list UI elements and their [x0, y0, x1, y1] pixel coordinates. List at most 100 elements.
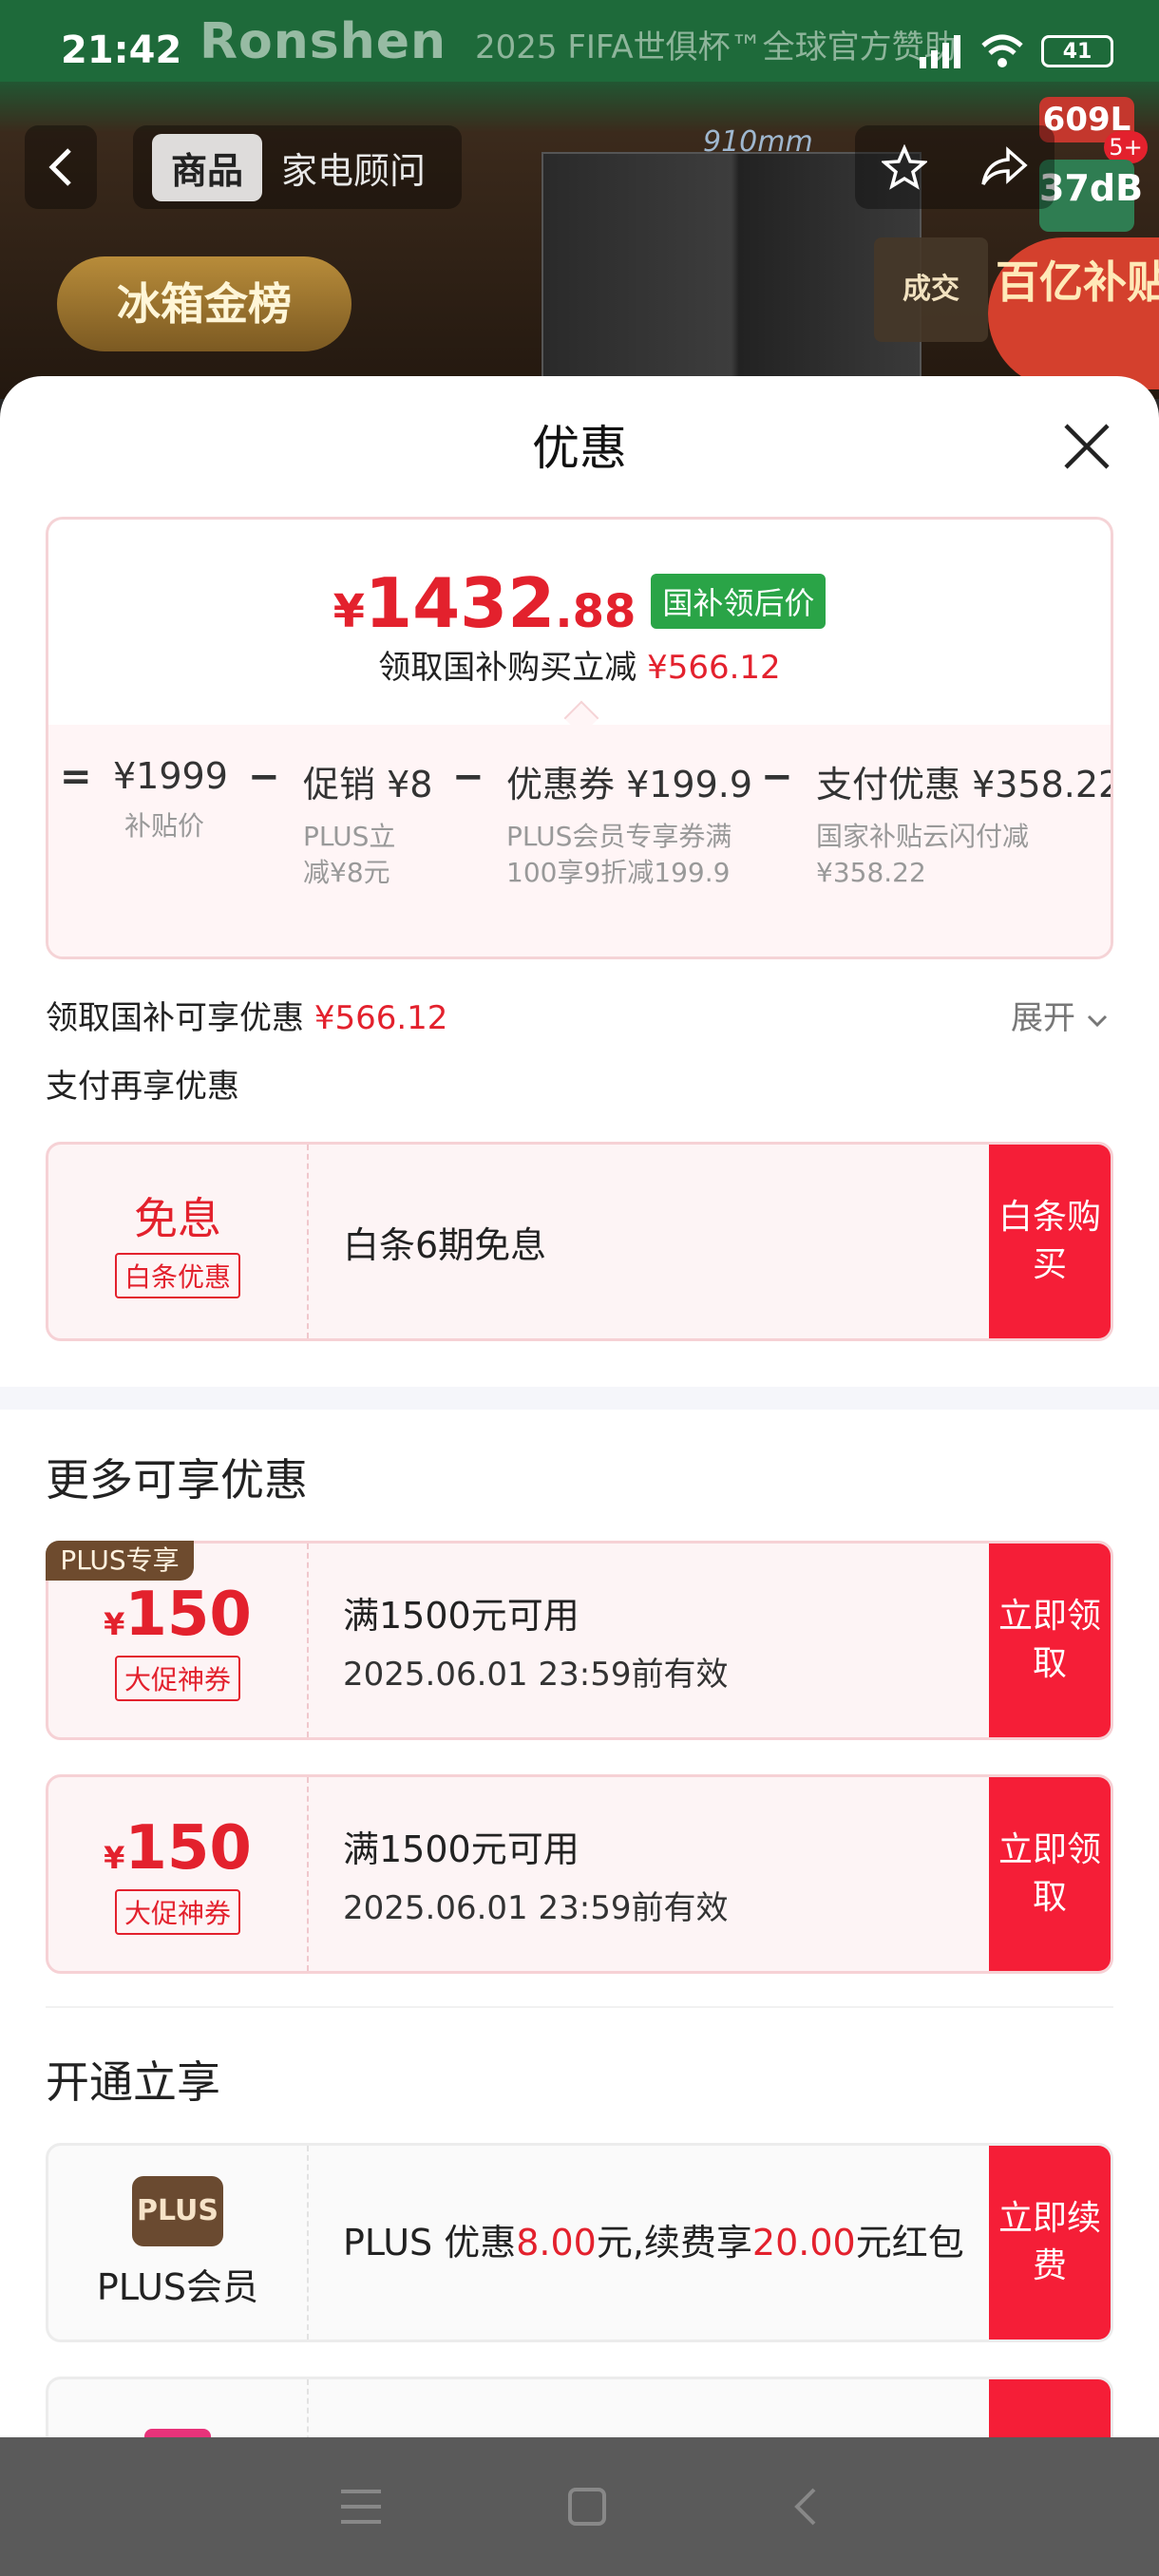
next-offer-left: [48, 2379, 309, 2437]
plus-logo-icon: PLUS: [132, 2175, 223, 2246]
coupon-info: 满1500元可用 2025.06.01 23:59前有效: [343, 1777, 1008, 1971]
more-offers-title: 更多可享优惠: [46, 1454, 308, 1506]
baitiao-buy-button[interactable]: 白条购买: [989, 1145, 1111, 1338]
subsidy-line-amount: ¥566.12: [314, 999, 448, 1037]
baitiao-text: 白条6期免息: [343, 1223, 547, 1266]
calc-item-promo: 促销 ¥8 PLUS立减¥8元: [303, 755, 433, 891]
calc-item-main: 优惠券 ¥199.9: [506, 764, 753, 805]
coupon-threshold: 满1500元可用: [343, 1595, 580, 1637]
card-icon: [144, 2429, 211, 2437]
plus-amount-a: 8.00: [516, 2222, 597, 2263]
back-arrow-icon: [48, 148, 71, 186]
signal-icon: [920, 35, 960, 68]
nav-actions: [855, 125, 1054, 209]
coupon-tag: 大促神券: [114, 1889, 240, 1935]
chevron-down-icon: [1087, 1014, 1107, 1028]
final-price: ¥1432.88: [333, 563, 636, 643]
plus-text-a: PLUS 优惠: [343, 2222, 517, 2263]
sheet-title: 优惠: [532, 421, 627, 476]
coupon-card: ¥150 大促神券 满1500元可用 2025.06.01 23:59前有效 立…: [46, 1541, 1113, 1740]
plus-name: PLUS会员: [96, 2265, 259, 2308]
baitiao-info: 白条6期免息: [343, 1145, 1008, 1338]
calc-item-main: ¥1999: [113, 755, 228, 797]
coupon-left: ¥150 大促神券: [48, 1777, 309, 1971]
subsidy-badge: 百亿补贴: [988, 237, 1159, 389]
coupon-yen: ¥: [104, 1840, 125, 1876]
plus-card: PLUS PLUS会员 PLUS 优惠8.00元,续费享20.00元红包 立即续…: [46, 2143, 1113, 2342]
plus-left: PLUS PLUS会员: [48, 2146, 309, 2339]
calc-op-minus: −: [248, 755, 280, 799]
plus-offer-text: PLUS 优惠8.00元,续费享20.00元红包: [343, 2216, 1008, 2269]
final-price-int: 1432: [364, 563, 556, 643]
coupon-expiry: 2025.06.01 23:59前有效: [343, 1656, 729, 1694]
award-badge: 冰箱金榜: [57, 256, 352, 351]
back-button[interactable]: [25, 125, 97, 209]
coupon-value: 150: [124, 1813, 252, 1884]
final-price-yen: ¥: [332, 585, 365, 638]
coupon-value: 150: [124, 1580, 252, 1650]
coupon-info: 满1500元可用 2025.06.01 23:59前有效: [343, 1544, 1008, 1737]
calc-op-minus: −: [761, 755, 793, 799]
plus-exclusive-corner: PLUS专享: [46, 1541, 194, 1581]
open-benefits-title: 开通立享: [46, 2056, 220, 2108]
coupon-yen: ¥: [104, 1606, 125, 1642]
hot-badge: 成交: [874, 237, 988, 342]
home-icon[interactable]: [567, 2487, 607, 2527]
baitiao-big: 免息: [134, 1193, 221, 1244]
baitiao-tag: 白条优惠: [114, 1253, 240, 1298]
discount-sheet: 优惠 ¥1432.88 国补领后价 领取国补购买立减 ¥566.12 = ¥19…: [0, 376, 1159, 2437]
plus-text-b: 元,续费享: [596, 2222, 752, 2263]
back-icon[interactable]: [791, 2486, 820, 2528]
star-icon[interactable]: [881, 144, 927, 190]
calc-op-equals: =: [60, 755, 92, 799]
final-price-tag: 国补领后价: [651, 574, 826, 629]
calc-item-main: 支付优惠 ¥358.22: [816, 764, 1113, 805]
pay-line: 支付再享优惠: [46, 1068, 239, 1106]
menu-icon[interactable]: [339, 2488, 383, 2526]
calc-item-note: 补贴价: [124, 810, 205, 842]
tab-advisor[interactable]: 家电顾问: [281, 142, 426, 194]
final-subtitle-amount: ¥566.12: [647, 649, 781, 687]
calc-item-note: 国家补贴云闪付减¥358.22: [816, 821, 1030, 888]
banner-text: 2025 FIFA世俱杯™全球官方赞助: [475, 28, 957, 66]
status-time: 21:42: [61, 28, 182, 72]
plus-text-c: 元红包: [855, 2222, 964, 2263]
final-subtitle: 领取国补购买立减 ¥566.12: [48, 641, 1111, 688]
system-nav-bar: [0, 2437, 1159, 2576]
product-header-background: Ronshen 2025 FIFA世俱杯™全球官方赞助 21:42 41 910…: [0, 0, 1159, 399]
status-icons: 41: [918, 34, 1113, 68]
claim-coupon-button[interactable]: 立即领取: [989, 1777, 1111, 1971]
calc-item-note: PLUS会员专享券满100享9折减199.9: [506, 821, 732, 888]
calc-item-coupon: 优惠券 ¥199.9 PLUS会员专享券满100享9折减199.9: [506, 755, 753, 891]
calc-item-note: PLUS立减¥8元: [303, 821, 396, 888]
nav-tabs: 商品 家电顾问: [133, 125, 462, 209]
calc-item-payment: 支付优惠 ¥358.22 国家补贴云闪付减¥358.22: [816, 755, 1113, 891]
expand-toggle[interactable]: 展开: [1011, 992, 1109, 1038]
tab-product[interactable]: 商品: [152, 133, 263, 201]
subsidy-line: 领取国补可享优惠 ¥566.12: [46, 992, 447, 1038]
next-offer-card: 立即: [46, 2377, 1113, 2437]
calc-item-main: 促销 ¥8: [303, 764, 433, 805]
divider: [46, 2006, 1113, 2008]
coupon-tag: 大促神券: [114, 1656, 240, 1701]
next-offer-button[interactable]: 立即: [989, 2379, 1111, 2437]
claim-coupon-button[interactable]: 立即领取: [989, 1544, 1111, 1737]
subsidy-line-label: 领取国补可享优惠: [46, 999, 304, 1037]
renew-plus-button[interactable]: 立即续费: [989, 2146, 1111, 2339]
coupon-amount: ¥150: [104, 1813, 252, 1884]
expand-label: 展开: [1011, 999, 1075, 1037]
coupon-card: ¥150 大促神券 满1500元可用 2025.06.01 23:59前有效 立…: [46, 1774, 1113, 1974]
wifi-icon: [981, 34, 1023, 67]
baitiao-card: 免息 白条优惠 白条6期免息 白条购买: [46, 1142, 1113, 1341]
coupon-amount: ¥150: [104, 1580, 252, 1650]
calc-op-minus: −: [452, 755, 484, 799]
battery-icon: 41: [1041, 35, 1113, 67]
final-price-row: ¥1432.88 国补领后价: [48, 563, 1111, 643]
share-icon[interactable]: [979, 144, 1029, 190]
plus-amount-b: 20.00: [751, 2222, 856, 2263]
baitiao-left: 免息 白条优惠: [48, 1145, 309, 1338]
price-breakdown-card: ¥1432.88 国补领后价 领取国补购买立减 ¥566.12 = ¥1999 …: [46, 517, 1113, 959]
final-subtitle-text: 领取国补购买立减: [378, 649, 637, 687]
plus-info: PLUS 优惠8.00元,续费享20.00元红包: [343, 2146, 1008, 2339]
close-icon[interactable]: [1060, 420, 1113, 473]
